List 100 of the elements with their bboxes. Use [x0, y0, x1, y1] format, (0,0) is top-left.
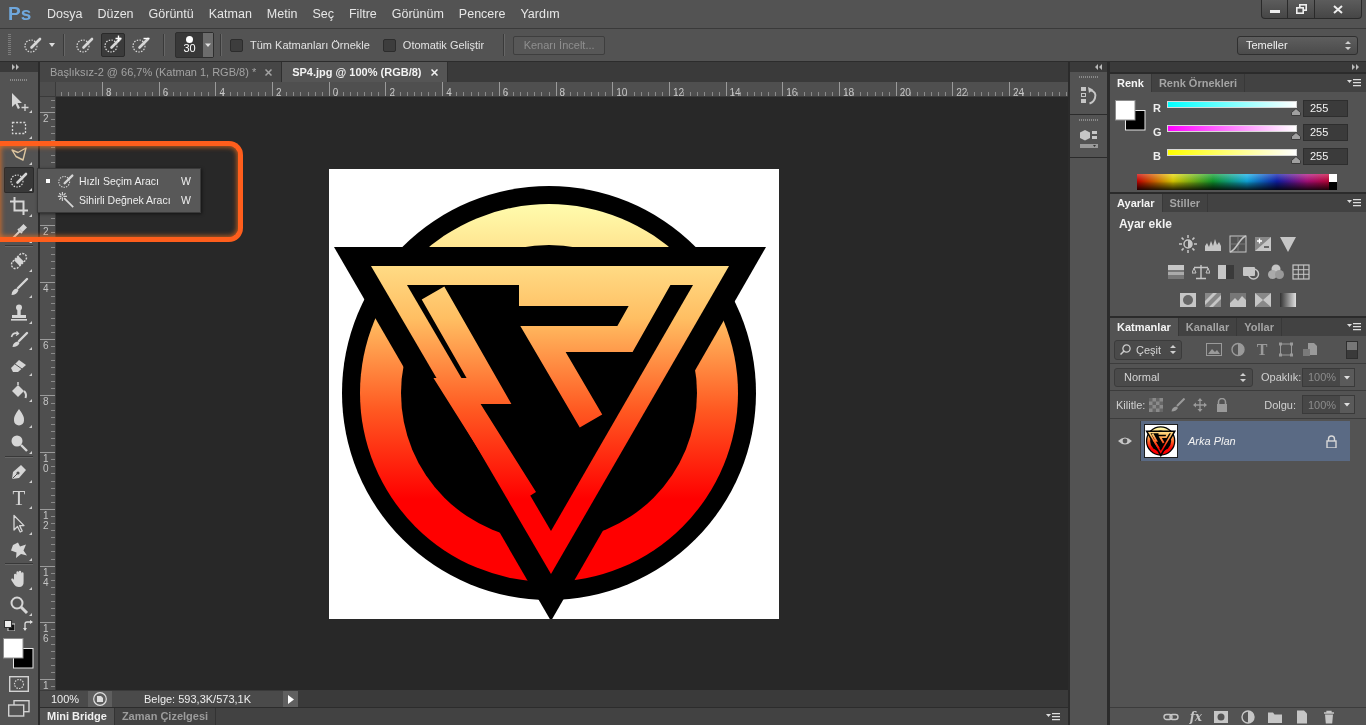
panel-tab[interactable]: Kanallar — [1178, 318, 1238, 336]
panel-menu-icon[interactable] — [1046, 712, 1060, 721]
zoom-field[interactable]: 100% — [40, 691, 88, 707]
value-field[interactable]: 255 — [1303, 100, 1348, 117]
caret-icon[interactable] — [203, 33, 213, 57]
layer-row[interactable]: Arka Plan — [1141, 421, 1350, 461]
menu-item[interactable]: Hızlı Seçim Aracı W — [38, 171, 200, 190]
blend-mode-dropdown[interactable]: Normal — [1114, 367, 1253, 387]
menu-item[interactable]: Düzen — [97, 7, 134, 22]
padlock-icon[interactable] — [1215, 397, 1230, 412]
slider-thumb[interactable] — [1291, 108, 1301, 116]
menu-item[interactable]: Dosya — [47, 7, 83, 22]
panel-tab[interactable]: Yollar — [1237, 318, 1282, 336]
half-circle-icon[interactable] — [1230, 342, 1246, 357]
striped-square-icon[interactable] — [1166, 263, 1185, 281]
swap-colors-icon[interactable] — [23, 620, 34, 631]
layer-thumbnail — [1144, 424, 1178, 458]
menu-item[interactable]: Pencere — [458, 7, 506, 22]
slider-thumb[interactable] — [1291, 156, 1301, 164]
quick-selection-tool[interactable] — [4, 167, 34, 193]
panel-menu-icon[interactable] — [1347, 323, 1361, 331]
overlapping-circles-icon[interactable] — [1266, 263, 1285, 281]
menu-item[interactable]: Seç — [312, 7, 334, 22]
filter-kind-dropdown[interactable]: Çeşit — [1114, 339, 1182, 360]
close-button[interactable] — [1315, 0, 1362, 19]
slider-thumb[interactable] — [1291, 132, 1301, 140]
sun-icon[interactable] — [1179, 235, 1197, 253]
transform-square-icon[interactable] — [1278, 342, 1294, 357]
document-tab[interactable]: SP4.jpg @ 100% (RGB/8) — [282, 62, 448, 82]
document-tab[interactable]: Başlıksız-2 @ 66,7% (Katman 1, RGB/8) * — [40, 62, 283, 82]
type-tool[interactable]: T — [4, 485, 34, 511]
checkbox[interactable] — [382, 38, 396, 52]
grip-handle[interactable] — [8, 34, 11, 56]
default-colors-icon[interactable] — [4, 620, 15, 631]
half-square-icon[interactable] — [1216, 263, 1235, 281]
foreground-background-swatch[interactable] — [2, 638, 34, 669]
checkbox-label[interactable]: Otomatik Geliştir — [402, 39, 485, 51]
restore-button[interactable] — [1288, 0, 1315, 19]
circle-square-icon[interactable] — [1179, 291, 1197, 309]
menu-item[interactable]: Metin — [266, 7, 298, 22]
menu-item[interactable]: Yardım — [520, 7, 560, 22]
checkbox-label[interactable]: Tüm Katmanları Örnekle — [250, 39, 370, 51]
panel-tab[interactable]: Zaman Çizelgesi — [114, 708, 217, 725]
scale-icon[interactable] — [1191, 263, 1210, 281]
grip-handle[interactable] — [1078, 76, 1099, 78]
history-icon[interactable] — [1079, 86, 1098, 106]
panel-tab[interactable]: Mini Bridge — [40, 708, 115, 725]
collapse-icon[interactable] — [1352, 64, 1360, 70]
panel-menu-icon[interactable] — [1347, 79, 1361, 87]
screen-mode-icon[interactable] — [8, 700, 30, 718]
collapse-icon[interactable] — [12, 64, 20, 70]
gradient-square-icon[interactable] — [1279, 291, 1297, 309]
diagonal-stripes-icon[interactable] — [1204, 291, 1222, 309]
trash-icon[interactable] — [1321, 709, 1337, 724]
eye-icon[interactable] — [1117, 435, 1133, 447]
brush-icon[interactable] — [1171, 397, 1186, 412]
menu-item[interactable]: Filtre — [348, 7, 377, 22]
panel-menu-icon[interactable] — [1347, 199, 1361, 207]
plus-minus-icon[interactable] — [1254, 235, 1272, 253]
workspace-dropdown[interactable]: Temeller — [1237, 35, 1358, 55]
quick-mask-icon[interactable] — [9, 676, 29, 692]
add-to-selection-button[interactable] — [101, 33, 125, 57]
grid-icon[interactable] — [1291, 263, 1310, 281]
value-field[interactable]: 255 — [1303, 148, 1348, 165]
panel-tab[interactable]: Ayarlar — [1110, 194, 1163, 212]
brush-size-picker[interactable]: 30 — [175, 32, 214, 58]
new-page-icon[interactable] — [1294, 709, 1310, 724]
minimize-button[interactable] — [1261, 0, 1288, 19]
panel-tab[interactable]: Renk Örnekleri — [1151, 74, 1246, 92]
panel-tab[interactable]: Katmanlar — [1110, 318, 1179, 336]
grip-handle[interactable] — [1078, 119, 1099, 121]
menu-item[interactable]: Görünüm — [391, 7, 444, 22]
menu-item[interactable]: Görüntü — [148, 7, 194, 22]
menu-item[interactable]: Sihirli Değnek Aracı W — [38, 190, 200, 209]
color-spectrum-bar[interactable] — [1137, 174, 1337, 190]
panel-tab[interactable]: Renk — [1110, 74, 1152, 92]
value-field[interactable]: 255 — [1303, 124, 1348, 141]
triangle-icon[interactable] — [1279, 235, 1297, 253]
foreground-background-swatch[interactable] — [1115, 100, 1146, 131]
close-icon[interactable] — [265, 68, 273, 76]
menu-item[interactable]: Katman — [208, 7, 252, 22]
cube-icon[interactable] — [1079, 129, 1098, 149]
hourglass-square-icon[interactable] — [1254, 291, 1272, 309]
grip-handle[interactable] — [10, 79, 28, 81]
mountain-square-icon[interactable] — [1229, 291, 1247, 309]
picture-icon[interactable] — [1206, 342, 1222, 357]
status-button[interactable] — [88, 691, 112, 707]
move-arrows-icon[interactable] — [1193, 397, 1208, 412]
horizontal-scrollbar[interactable] — [298, 691, 1068, 707]
collapse-icon[interactable] — [1094, 64, 1102, 70]
fx-button[interactable]: fx — [1189, 709, 1202, 724]
curve-graph-icon[interactable] — [1229, 235, 1247, 253]
status-menu-button[interactable] — [283, 691, 298, 707]
mask-icon[interactable] — [1213, 709, 1229, 724]
half-circle-icon[interactable] — [1240, 709, 1256, 724]
filter-toggle[interactable] — [1346, 340, 1358, 359]
page-icon[interactable] — [1302, 342, 1318, 357]
checkbox[interactable] — [230, 38, 243, 52]
panel-tab[interactable]: Stiller — [1162, 194, 1209, 212]
checkerboard-icon[interactable] — [1149, 397, 1164, 412]
